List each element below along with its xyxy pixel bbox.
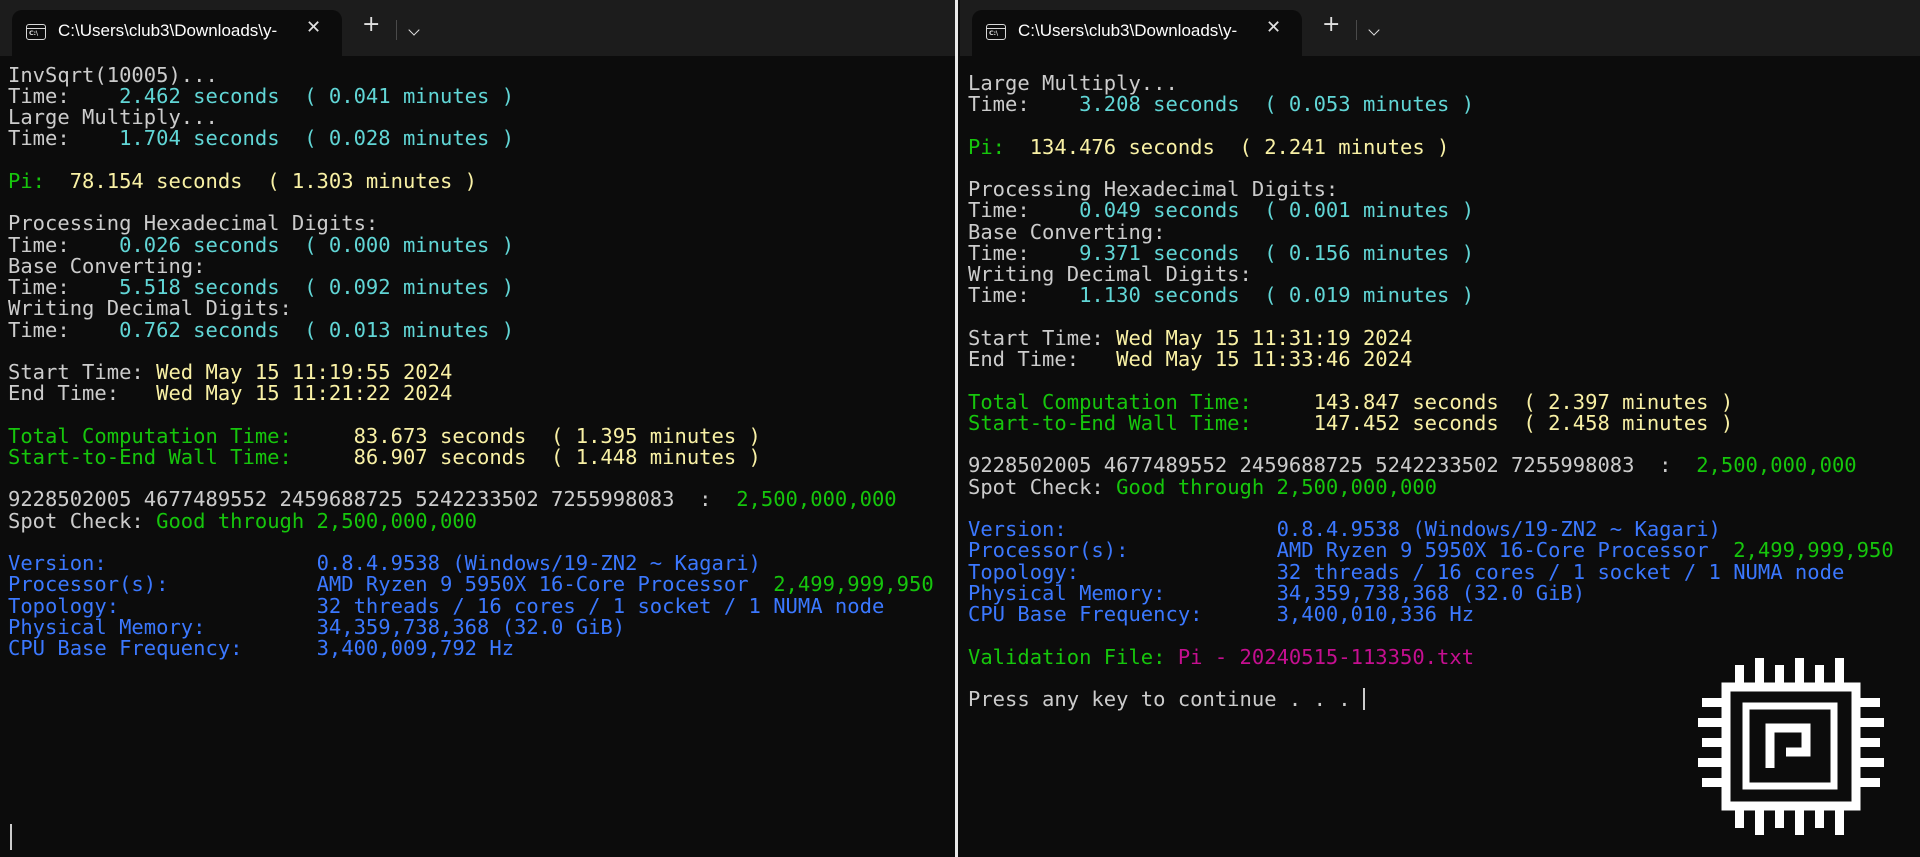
console-output[interactable]: Large Multiply... Time: 3.208 seconds ( … xyxy=(968,62,1920,711)
pi-result-line: Pi: 134.476 seconds ( 2.241 minutes ) xyxy=(968,135,1450,159)
frequency-line: CPU Base Frequency: 3,400,009,792 Hz xyxy=(8,636,515,660)
wall-time-line: Start-to-End Wall Time: 86.907 seconds (… xyxy=(8,445,761,469)
console-output[interactable]: InvSqrt(10005)... Time: 2.462 seconds ( … xyxy=(8,62,955,850)
wall-time-line: Start-to-End Wall Time: 147.452 seconds … xyxy=(968,411,1734,435)
chevron-down-icon[interactable] xyxy=(408,24,420,36)
terminal-window-left: C:\ C:\Users\club3\Downloads\y- ✕ + InvS… xyxy=(0,0,958,857)
validation-file-line: Validation File: Pi - 20240515-113350.tx… xyxy=(968,645,1475,669)
new-tab-button[interactable]: + xyxy=(362,14,380,36)
terminal-tab[interactable]: C:\ C:\Users\club3\Downloads\y- ✕ xyxy=(972,10,1302,56)
console-line: Time: 3.208 seconds ( 0.053 minutes ) xyxy=(968,92,1475,116)
tab-bar: C:\ C:\Users\club3\Downloads\y- ✕ + xyxy=(960,0,1920,56)
terminal-icon: C:\ xyxy=(986,24,1006,40)
close-icon[interactable]: ✕ xyxy=(306,17,321,38)
new-tab-button[interactable]: + xyxy=(1322,14,1340,36)
pi-result-line: Pi: 78.154 seconds ( 1.303 minutes ) xyxy=(8,169,478,193)
divider xyxy=(1356,20,1357,40)
chip-logo-icon xyxy=(1698,658,1884,835)
spot-check-line: Spot Check: Good through 2,500,000,000 xyxy=(968,475,1438,499)
press-key-prompt: Press any key to continue . . . xyxy=(968,687,1365,711)
console-line: Time: 1.704 seconds ( 0.028 minutes ) xyxy=(8,126,515,150)
close-icon[interactable]: ✕ xyxy=(1266,17,1281,38)
tab-title: C:\Users\club3\Downloads\y- xyxy=(58,21,278,40)
tab-bar: C:\ C:\Users\club3\Downloads\y- ✕ + xyxy=(0,0,955,56)
console-line: Time: 1.130 seconds ( 0.019 minutes ) xyxy=(968,283,1475,307)
spot-check-line: Spot Check: Good through 2,500,000,000 xyxy=(8,509,478,533)
tab-title: C:\Users\club3\Downloads\y- xyxy=(1018,21,1238,40)
end-time-line: End Time: Wed May 15 11:21:22 2024 xyxy=(8,381,453,405)
end-time-line: End Time: Wed May 15 11:33:46 2024 xyxy=(968,347,1413,371)
divider xyxy=(396,20,397,40)
console-line: Time: 0.762 seconds ( 0.013 minutes ) xyxy=(8,318,515,342)
text-cursor xyxy=(1362,688,1365,710)
chevron-down-icon[interactable] xyxy=(1368,24,1380,36)
terminal-icon: C:\ xyxy=(26,24,46,40)
text-cursor xyxy=(10,824,12,850)
frequency-line: CPU Base Frequency: 3,400,010,336 Hz xyxy=(968,602,1475,626)
terminal-tab[interactable]: C:\ C:\Users\club3\Downloads\y- ✕ xyxy=(12,10,342,56)
